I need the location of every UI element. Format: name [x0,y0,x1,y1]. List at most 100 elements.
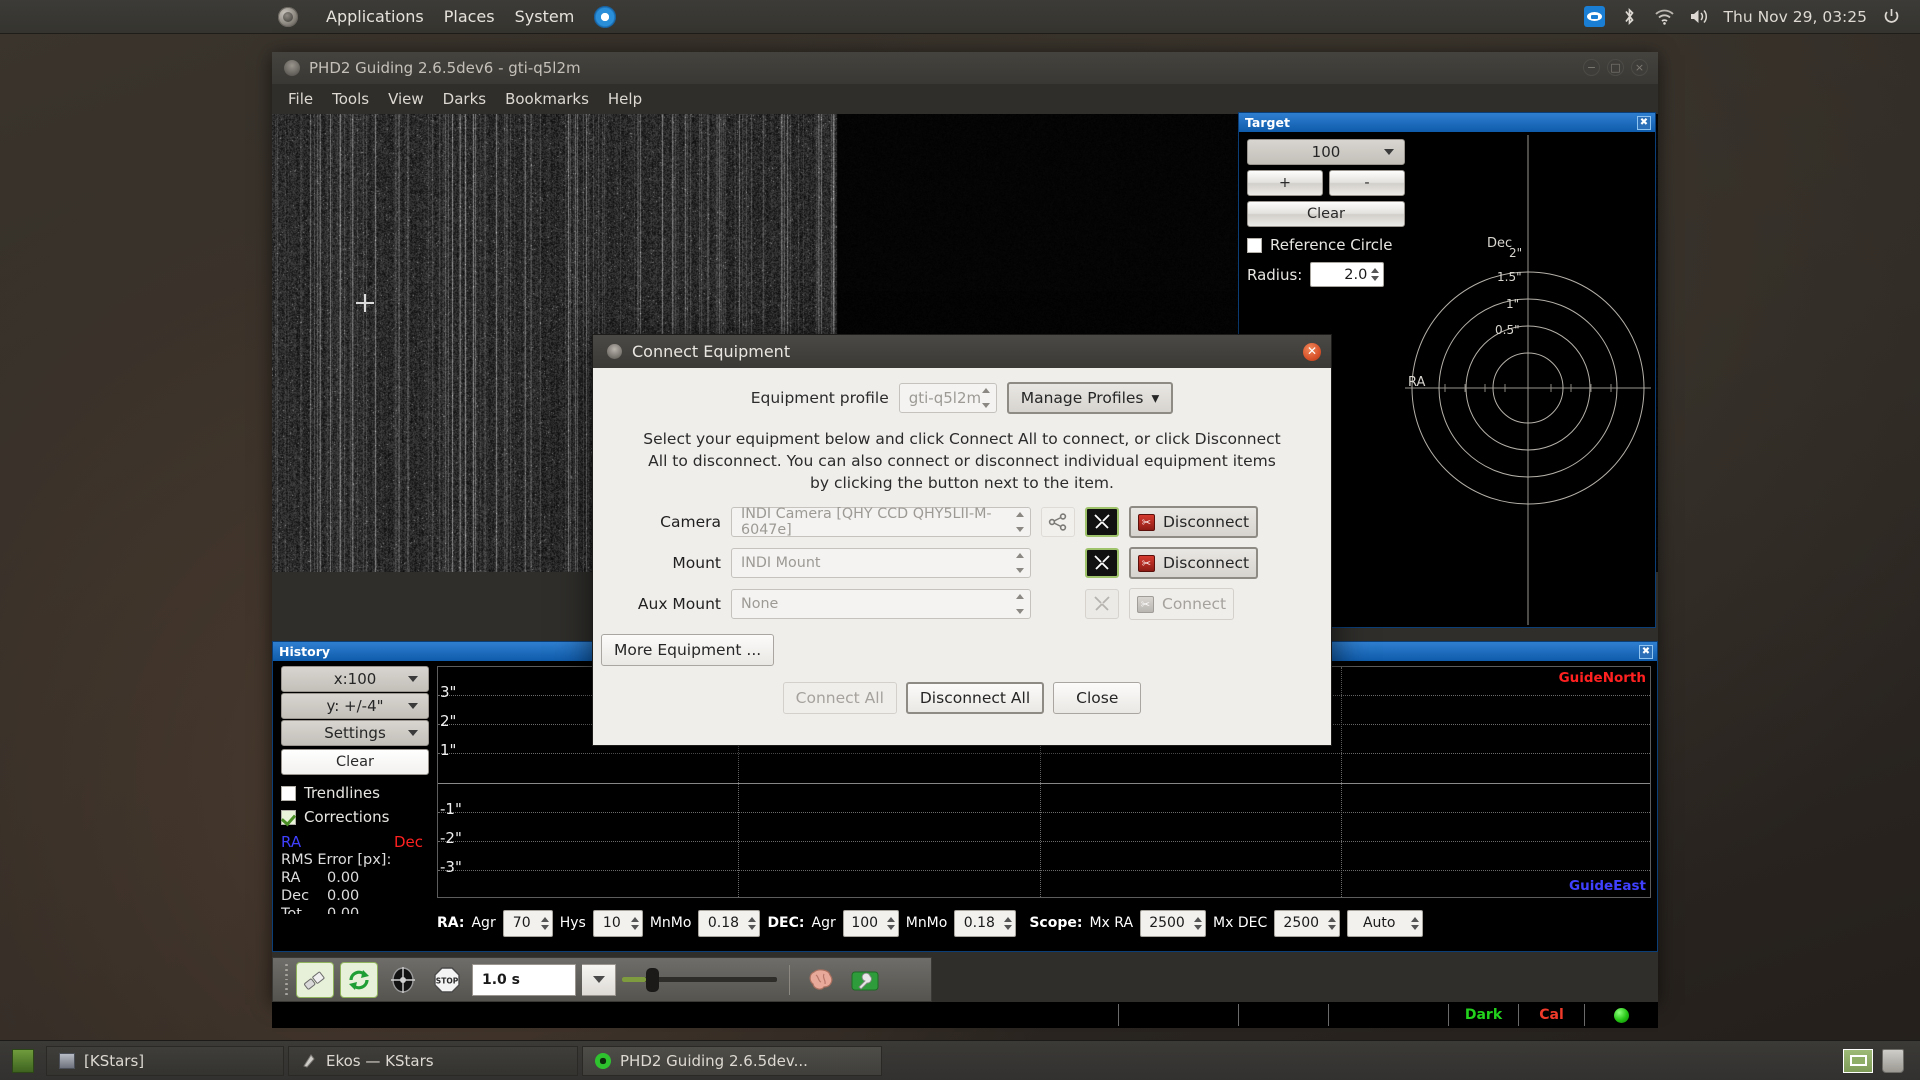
corrections-row[interactable]: Corrections [281,808,429,826]
reference-circle-row[interactable]: Reference Circle [1247,236,1405,254]
taskbar-item-phd2[interactable]: PHD2 Guiding 2.6.5dev... [582,1045,882,1076]
phd2-titlebar[interactable]: PHD2 Guiding 2.6.5dev6 - gti-q5l2m − □ × [272,52,1658,84]
close-dialog-button[interactable]: Close [1053,682,1142,714]
close-icon[interactable]: ✖ [1639,644,1653,659]
mx-dec-input[interactable]: 2500 [1274,909,1341,937]
more-equipment-button[interactable]: More Equipment ... [601,634,775,666]
history-x-scale-dropdown[interactable]: x:100 [281,666,429,692]
menu-bookmarks[interactable]: Bookmarks [505,90,589,108]
dec-mnmo-label: MnMo [905,915,948,931]
close-icon[interactable]: ✖ [1637,115,1651,130]
dec-mnmo-input[interactable]: 0.18 [954,909,1017,937]
menu-file[interactable]: File [288,90,313,108]
taskbar-item-ekos[interactable]: Ekos — KStars [288,1045,578,1076]
chromium-icon[interactable] [594,5,617,28]
corrections-checkbox[interactable] [281,809,296,825]
radius-input[interactable]: 2.0 [1310,262,1385,287]
connect-equipment-titlebar[interactable]: Connect Equipment ✕ [593,335,1331,368]
target-panel-title: Target [1245,115,1290,130]
toolbar-drag-handle[interactable] [283,964,290,996]
kstars-icon [59,1052,75,1069]
minimize-button[interactable]: − [1583,59,1600,76]
power-icon[interactable] [1880,7,1902,27]
mount-select[interactable]: INDI Mount [731,548,1031,578]
window-controls: − □ × [1583,59,1648,76]
equipment-profile-value: gti-q5l2m [908,389,982,407]
clock[interactable]: Thu Nov 29, 03:25 [1724,8,1867,26]
menu-darks[interactable]: Darks [443,90,486,108]
camera-action-label: Disconnect [1163,513,1250,531]
history-clear-button[interactable]: Clear [281,749,429,775]
target-zoom-in-button[interactable]: + [1247,170,1323,196]
stop-icon[interactable]: STOP [428,962,466,998]
aux-mount-select[interactable]: None [731,589,1031,619]
menu-view[interactable]: View [388,90,424,108]
camera-disconnect-button[interactable]: ✂ Disconnect [1129,506,1259,538]
history-settings-dropdown[interactable]: Settings [281,720,429,746]
ra-agr-label: Agr [471,915,496,931]
phd2-window-title: PHD2 Guiding 2.6.5dev6 - gti-q5l2m [309,59,581,77]
ra-agr-input[interactable]: 70 [502,909,553,937]
dec-mode-dropdown[interactable]: Auto [1347,909,1424,937]
equipment-profile-select[interactable]: gti-q5l2m [898,383,997,413]
mx-ra-input[interactable]: 2500 [1140,909,1207,937]
reference-circle-label: Reference Circle [1270,236,1393,254]
history-y-scale-value: y: +/-4" [326,697,384,715]
close-button[interactable]: × [1631,59,1648,76]
menu-system[interactable]: System [515,7,575,26]
maximize-button[interactable]: □ [1607,59,1624,76]
desktop: Applications Places System Thu Nov 29, 0… [0,0,1920,1080]
trendlines-checkbox[interactable] [281,785,296,801]
loop-exposure-icon[interactable] [340,961,378,998]
camera-setup-wrench-icon[interactable] [1085,507,1119,537]
menu-applications[interactable]: Applications [326,7,424,26]
ra-mnmo-input[interactable]: 0.18 [698,909,761,937]
target-panel-titlebar[interactable]: Target ✖ [1239,113,1655,132]
manage-profiles-button[interactable]: Manage Profiles ▾ [1006,382,1174,414]
menu-help[interactable]: Help [608,90,642,108]
exposure-input[interactable]: 1.0 s [472,963,576,996]
menu-tools[interactable]: Tools [332,90,369,108]
menu-places[interactable]: Places [444,7,495,26]
history-controls: x:100 y: +/-4" Settings Clear Trendlines… [281,666,429,914]
guide-crosshair-icon[interactable] [384,962,422,998]
wifi-icon[interactable] [1654,7,1676,27]
history-y-scale-dropdown[interactable]: y: +/-4" [281,693,429,719]
taskbar-item-kstars[interactable]: [KStars] [46,1045,284,1076]
trendlines-row[interactable]: Trendlines [281,784,429,802]
graph-y-neg2: -2" [440,829,462,847]
disconnect-icon: ✂ [1138,554,1155,572]
dec-agr-input[interactable]: 100 [842,909,899,937]
usb-connect-icon[interactable] [296,961,334,998]
camera-settings-wrench-icon[interactable] [846,962,884,998]
bluetooth-icon[interactable] [1619,7,1641,27]
close-icon[interactable]: ✕ [1303,343,1321,361]
aux-mount-label: Aux Mount [637,595,721,613]
target-zoom-out-button[interactable]: - [1329,170,1405,196]
volume-icon[interactable] [1689,7,1711,27]
exposure-dropdown-button[interactable] [582,963,616,996]
taskbar-label-kstars: [KStars] [84,1051,145,1070]
teamviewer-icon[interactable] [1584,6,1606,27]
mount-disconnect-button[interactable]: ✂ Disconnect [1129,547,1259,579]
trash-icon[interactable] [1882,1048,1904,1073]
workspace-switcher-icon[interactable] [1843,1048,1873,1073]
show-desktop-icon[interactable] [12,1048,34,1073]
camera-share-icon[interactable] [1041,507,1075,537]
chevron-down-icon [592,976,605,983]
target-clear-button[interactable]: Clear [1247,201,1405,227]
gamma-slider-handle[interactable] [646,967,659,992]
target-zoom-dropdown[interactable]: 100 [1247,139,1405,165]
spinner-arrows-icon [1015,512,1025,532]
gamma-slider[interactable] [622,965,777,995]
profile-row: Equipment profile gti-q5l2m Manage Profi… [593,382,1331,414]
hys-input[interactable]: 10 [592,909,643,937]
rms-error-title: RMS Error [px]: [281,852,392,868]
advanced-settings-brain-icon[interactable] [802,962,840,998]
chevron-down-icon: ▾ [1151,389,1160,407]
system-tray: Thu Nov 29, 03:25 [1584,6,1902,27]
reference-circle-checkbox[interactable] [1247,237,1262,253]
camera-select[interactable]: INDI Camera [QHY CCD QHY5LII-M-6047e] [731,506,1031,538]
mount-setup-wrench-icon[interactable] [1085,548,1119,578]
disconnect-all-button[interactable]: Disconnect All [905,682,1045,714]
